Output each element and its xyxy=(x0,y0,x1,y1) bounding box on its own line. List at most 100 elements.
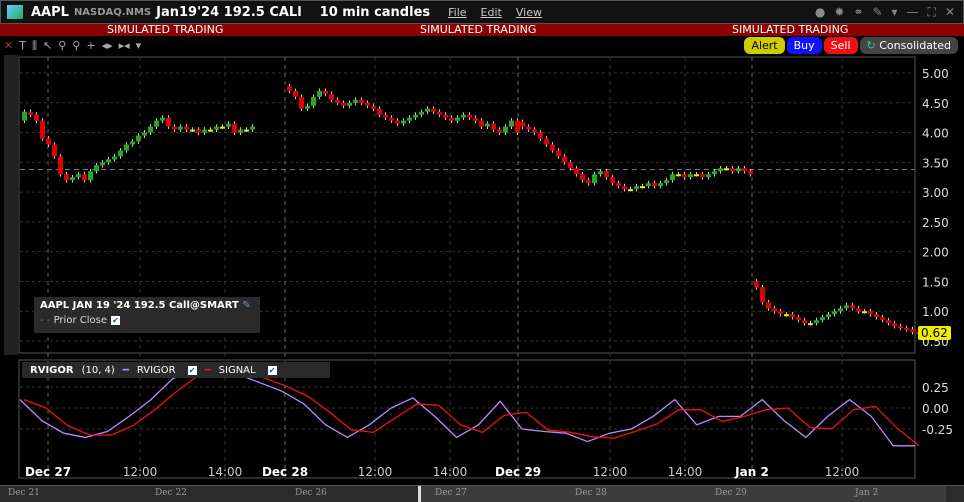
timeframe-selector[interactable]: 10 min candles xyxy=(320,5,430,20)
zoom-in-icon[interactable]: ⚲ xyxy=(58,39,66,52)
signal-checkbox[interactable]: ✔ xyxy=(267,365,277,375)
candle-body xyxy=(910,329,915,333)
candle-body xyxy=(604,171,609,178)
candle-body xyxy=(479,120,484,127)
indicator-tick-label: -0.25 xyxy=(922,423,953,437)
candle-body xyxy=(491,123,496,130)
candle-body xyxy=(634,186,639,190)
time-tick-label: Dec 27 xyxy=(25,465,71,479)
contract-selector[interactable]: Jan19'24 192.5 CALl xyxy=(156,5,302,20)
maximize-icon[interactable]: ⛶ xyxy=(928,5,936,20)
last-price-tag: 0.62 xyxy=(918,326,951,340)
candle-body xyxy=(178,126,183,130)
candle-body xyxy=(898,326,903,329)
minimize-icon[interactable]: — xyxy=(907,5,919,20)
candle-body xyxy=(838,308,843,312)
pin-icon[interactable]: ✎ xyxy=(872,5,882,20)
candle-body xyxy=(250,126,255,130)
candle-body xyxy=(718,168,723,172)
candle-body xyxy=(796,317,801,321)
candle-body xyxy=(202,129,207,133)
candle-body xyxy=(646,183,651,187)
candle-body xyxy=(497,129,502,133)
candle-body xyxy=(383,114,388,118)
alert-button[interactable]: Alert xyxy=(744,37,785,54)
candle-body xyxy=(395,120,400,124)
chat-icon[interactable]: ● xyxy=(815,5,825,20)
prior-close-checkbox[interactable]: ✔ xyxy=(110,316,120,325)
price-tick-label: 1.00 xyxy=(922,305,949,319)
candle-body xyxy=(461,114,466,118)
dropdown-icon[interactable]: ▾ xyxy=(892,5,898,20)
candle-body xyxy=(574,168,579,175)
cursor-icon[interactable]: ↖ xyxy=(43,39,52,52)
chart-legend: AAPL JAN 19 '24 192.5 Call@SMART ✎ - - P… xyxy=(34,297,260,333)
crosshair-icon[interactable]: + xyxy=(86,39,95,52)
settings-icon[interactable]: ✎ xyxy=(242,300,250,311)
candle-body xyxy=(34,114,39,121)
gear-icon[interactable]: ✹ xyxy=(834,5,844,20)
candle-body xyxy=(335,99,340,103)
time-scroller[interactable]: Dec 21 Dec 22 Dec 26 Dec 27 Dec 28 Dec 29 Jan … xyxy=(0,485,964,502)
candle-body xyxy=(742,168,747,172)
candle-body xyxy=(347,102,352,106)
candle-body xyxy=(190,129,195,132)
candle-body xyxy=(766,302,771,309)
candle-body xyxy=(100,162,105,166)
candle-body xyxy=(682,174,687,178)
zoom-out-icon[interactable]: ⚲ xyxy=(72,39,80,52)
candle-body xyxy=(52,144,57,157)
price-chart[interactable]: 5.004.504.003.503.002.502.001.501.000.50… xyxy=(0,55,964,485)
candle-body xyxy=(814,320,819,324)
menu-edit[interactable]: Edit xyxy=(481,6,502,19)
candle-body xyxy=(664,180,669,184)
candle-body xyxy=(844,305,849,309)
candle-body xyxy=(305,105,310,109)
prior-close-legend: - - Prior Close ✔ xyxy=(40,315,120,326)
candle-body xyxy=(238,129,243,133)
candle-body xyxy=(431,108,436,112)
rvigor-label: RVIGOR xyxy=(136,364,176,376)
candle-body xyxy=(802,320,807,324)
expand-icon[interactable]: ◂▸ xyxy=(102,39,113,52)
candle-body xyxy=(880,317,885,321)
close-icon[interactable]: ✕ xyxy=(945,5,955,20)
candle-body xyxy=(22,111,27,121)
candle-body xyxy=(473,117,478,121)
text-icon[interactable]: T xyxy=(19,39,26,52)
candle-body xyxy=(526,126,531,130)
symbol[interactable]: AAPL xyxy=(31,5,69,20)
candle-body xyxy=(124,144,129,151)
candle-body xyxy=(377,108,382,115)
exchange: NASDAQ.NMS xyxy=(73,6,152,18)
buy-button[interactable]: Buy xyxy=(786,37,822,54)
candle-body xyxy=(808,323,813,326)
candle-body xyxy=(293,90,298,97)
candle-body xyxy=(208,129,213,132)
link-icon[interactable]: ⚭ xyxy=(853,5,863,20)
candle-body xyxy=(389,117,394,121)
time-tick-label: 14:00 xyxy=(433,465,468,479)
close-icon[interactable]: ✕ xyxy=(4,39,13,52)
menu-file[interactable]: File xyxy=(448,6,466,19)
chart-area[interactable]: 5.00 4.50 4.00 3.50 3.00 2.50 2.00 1.50 1.00 0.50… xyxy=(0,55,964,485)
scroller-tick-label: Dec 21 xyxy=(8,488,40,498)
sell-button[interactable]: Sell xyxy=(823,37,858,54)
candle-body xyxy=(58,156,63,175)
shrink-icon[interactable]: ▸◂ xyxy=(119,39,130,52)
rvigor-checkbox[interactable]: ✔ xyxy=(187,365,197,375)
candle-body xyxy=(509,120,514,127)
bars-icon[interactable]: ⫼ xyxy=(32,39,37,53)
scroller-tick-label: Dec 28 xyxy=(575,488,607,498)
title-bar: AAPL NASDAQ.NMS Jan19'24 192.5 CALl 10 m… xyxy=(0,0,964,24)
candle-body xyxy=(748,171,753,175)
price-tick-label: 4.50 xyxy=(922,97,949,111)
candle-body xyxy=(694,174,699,177)
menu-view[interactable]: View xyxy=(516,6,542,19)
consolidated-button[interactable]: ↻ Consolidated xyxy=(859,37,958,54)
dropdown-icon[interactable]: ▾ xyxy=(136,39,142,52)
candle-body xyxy=(598,171,603,175)
indicator-params[interactable]: (10, 4) xyxy=(82,365,115,376)
prior-close-label: Prior Close xyxy=(53,315,107,326)
candle-body xyxy=(142,132,147,136)
